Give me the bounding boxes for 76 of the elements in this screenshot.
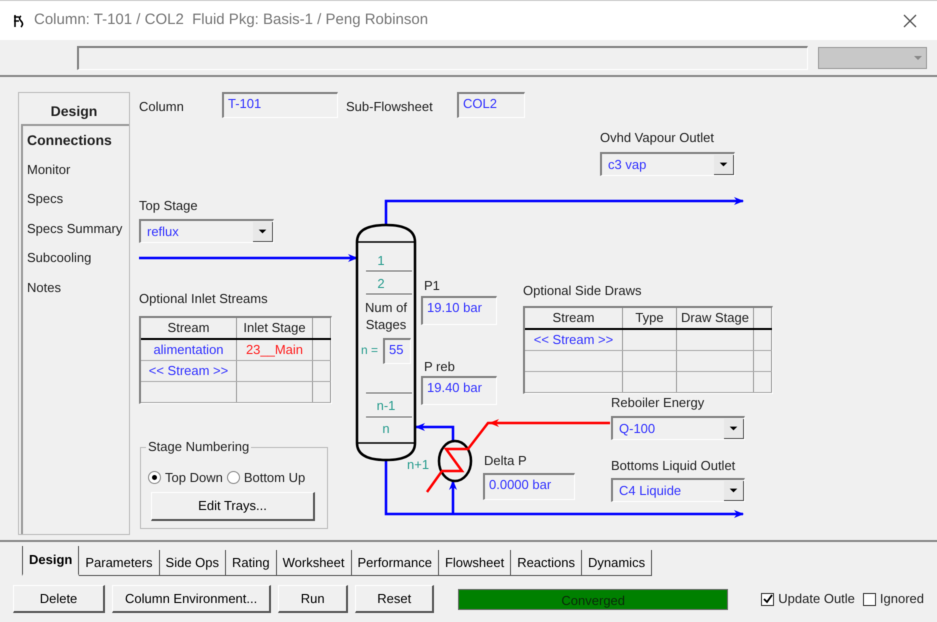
tab[interactable]: Rating: [226, 550, 277, 576]
radio-icon[interactable]: [226, 471, 240, 484]
energy-arrow-icon: [489, 419, 500, 427]
radio-option[interactable]: Top Down: [148, 468, 223, 488]
reboiler-return-line: [415, 423, 454, 441]
stage-number: 1: [376, 254, 386, 267]
tab[interactable]: Flowsheet: [438, 550, 512, 576]
column-header: Inlet Stage: [237, 318, 313, 338]
field-label: Ovhd Vapour Outlet: [600, 131, 714, 144]
stage-number: n-1: [376, 399, 396, 412]
nav-item[interactable]: Notes: [23, 278, 129, 307]
action-button[interactable]: Reset: [355, 585, 434, 613]
text-field[interactable]: 19.40 bar: [421, 376, 497, 405]
field-label: Delta P: [484, 454, 527, 467]
column-header: Stream: [141, 318, 237, 338]
column-header: Draw Stage: [677, 308, 754, 328]
dropdown[interactable]: c3 vap: [600, 152, 735, 176]
checkbox-option[interactable]: Update Outle: [761, 589, 855, 609]
text-field[interactable]: 19.10 bar: [421, 296, 497, 325]
tab[interactable]: Dynamics: [582, 550, 652, 576]
table-cell[interactable]: << Stream >>: [525, 330, 623, 350]
table-cell[interactable]: << Stream >>: [141, 361, 237, 381]
action-button[interactable]: Delete: [13, 585, 105, 613]
group-title: Stage Numbering: [146, 440, 252, 453]
dropdown[interactable]: reflux: [139, 219, 274, 243]
tab[interactable]: Worksheet: [276, 550, 352, 576]
tab[interactable]: Side Ops: [160, 550, 226, 576]
table-cell[interactable]: alimentation: [141, 340, 237, 360]
field-label: Optional Side Draws: [523, 284, 642, 297]
field-label: Optional Inlet Streams: [139, 292, 268, 305]
column-header: Stream: [525, 308, 623, 328]
field-label: Bottoms Liquid Outlet: [611, 459, 736, 472]
nav-item[interactable]: Monitor: [23, 160, 129, 189]
edit-trays-button[interactable]: Edit Trays...: [151, 492, 315, 521]
radio-icon[interactable]: [148, 471, 161, 484]
command-field[interactable]: [77, 46, 808, 70]
field-label: P reb: [424, 360, 455, 373]
nav-item[interactable]: Specs Summary: [23, 218, 129, 248]
field-label: Top Stage: [139, 199, 198, 212]
field-label: Column: [139, 100, 184, 113]
stage-number: n: [381, 422, 391, 435]
text-field[interactable]: COL2: [457, 92, 525, 118]
checkbox-option[interactable]: Ignored: [862, 589, 924, 609]
reboiler-feed-line: [449, 480, 457, 514]
tab[interactable]: Reactions: [511, 550, 582, 576]
window-title: Column: T-101 / COL2 Fluid Pkg: Basis-1 / Peng Robinson: [34, 10, 430, 30]
field-label: Sub-Flowsheet: [346, 100, 433, 113]
stages-label: Num of Stages: [364, 299, 408, 333]
app-icon: [12, 14, 26, 28]
close-icon[interactable]: [903, 14, 917, 28]
reboiler-drawing: [438, 440, 472, 482]
action-button[interactable]: Run: [278, 585, 348, 613]
nav-item[interactable]: Connections: [23, 130, 129, 160]
text-field[interactable]: T-101: [222, 92, 338, 118]
text-field[interactable]: 0.0000 bar: [483, 473, 575, 500]
checkbox-icon[interactable]: [862, 592, 876, 606]
stage-number: 2: [376, 277, 386, 290]
nav-item[interactable]: Specs: [23, 189, 129, 218]
stage-number: n+1: [407, 458, 430, 471]
status-bar: Converged: [458, 588, 728, 610]
dropdown-arrow-icon: [914, 56, 922, 60]
tab[interactable]: Design: [22, 546, 80, 576]
tab[interactable]: Performance: [352, 550, 439, 576]
stages-field[interactable]: 55: [383, 338, 411, 364]
n-label: n =: [361, 344, 378, 356]
dropdown[interactable]: C4 Liquide: [611, 478, 745, 502]
dropdown[interactable]: Q-100: [611, 416, 745, 440]
nav-header: Design: [50, 102, 98, 121]
checkbox-icon[interactable]: [761, 592, 774, 606]
radio-option[interactable]: Bottom Up: [226, 468, 306, 488]
column-header: Type: [623, 308, 677, 328]
nav-item[interactable]: Subcooling: [23, 248, 129, 278]
field-label: P1: [424, 279, 440, 292]
tab[interactable]: Parameters: [79, 550, 160, 576]
field-label: Reboiler Energy: [611, 396, 704, 409]
action-button[interactable]: Column Environment...: [112, 585, 272, 613]
